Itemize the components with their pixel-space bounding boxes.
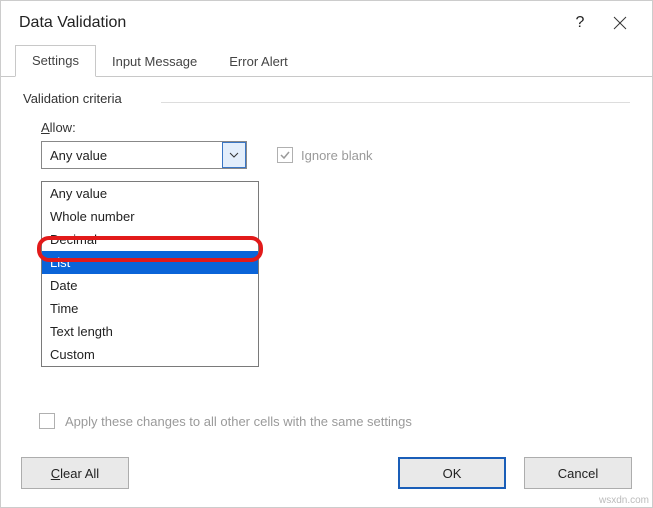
- close-button[interactable]: [600, 1, 640, 45]
- option-text-length[interactable]: Text length: [42, 320, 258, 343]
- tab-settings[interactable]: Settings: [15, 45, 96, 77]
- option-date[interactable]: Date: [42, 274, 258, 297]
- checkbox-box: [277, 147, 293, 163]
- option-any-value[interactable]: Any value: [42, 182, 258, 205]
- option-whole-number[interactable]: Whole number: [42, 205, 258, 228]
- checkbox-box: [39, 413, 55, 429]
- cancel-button[interactable]: Cancel: [524, 457, 632, 489]
- ok-button[interactable]: OK: [398, 457, 506, 489]
- allow-label: Allow:: [41, 120, 630, 135]
- ignore-blank-checkbox: Ignore blank: [277, 147, 373, 163]
- divider: [161, 102, 630, 103]
- tab-input-message[interactable]: Input Message: [96, 47, 213, 77]
- dialog-title: Data Validation: [19, 14, 560, 32]
- option-list[interactable]: List: [42, 251, 258, 274]
- tab-content: Validation criteria Allow: Any value Ign…: [1, 77, 652, 447]
- chevron-down-icon: [229, 152, 239, 158]
- option-time[interactable]: Time: [42, 297, 258, 320]
- help-icon: ?: [576, 14, 585, 32]
- titlebar: Data Validation ?: [1, 1, 652, 45]
- apply-changes-label: Apply these changes to all other cells w…: [65, 414, 412, 429]
- data-validation-dialog: Data Validation ? Settings Input Message…: [0, 0, 653, 508]
- tab-label: Error Alert: [229, 54, 288, 69]
- dropdown-button[interactable]: [222, 142, 246, 168]
- tab-label: Input Message: [112, 54, 197, 69]
- tab-error-alert[interactable]: Error Alert: [213, 47, 304, 77]
- allow-value: Any value: [42, 148, 222, 163]
- check-icon: [279, 149, 291, 161]
- option-custom[interactable]: Custom: [42, 343, 258, 366]
- tab-label: Settings: [32, 53, 79, 68]
- help-button[interactable]: ?: [560, 1, 600, 45]
- close-icon: [613, 16, 627, 30]
- tab-bar: Settings Input Message Error Alert: [1, 45, 652, 77]
- allow-dropdown-list[interactable]: Any value Whole number Decimal List Date…: [41, 181, 259, 367]
- validation-criteria-label: Validation criteria: [23, 91, 630, 106]
- ignore-blank-label: Ignore blank: [301, 148, 373, 163]
- clear-all-button[interactable]: Clear All: [21, 457, 129, 489]
- apply-changes-checkbox: Apply these changes to all other cells w…: [39, 413, 412, 429]
- button-row: Clear All OK Cancel: [1, 447, 652, 507]
- allow-combobox[interactable]: Any value: [41, 141, 247, 169]
- watermark: wsxdn.com: [599, 495, 649, 506]
- option-decimal[interactable]: Decimal: [42, 228, 258, 251]
